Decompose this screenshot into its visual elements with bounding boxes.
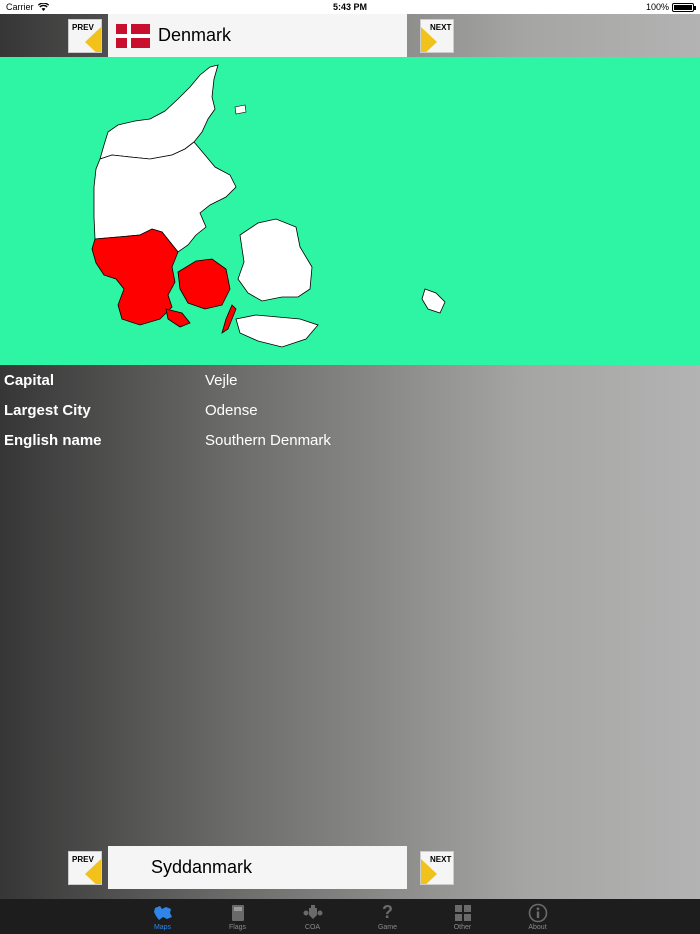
tab-label: COA [304,923,321,931]
battery-percent: 100% [645,2,669,12]
country-title: Denmark [158,25,232,45]
status-left: Carrier [6,2,49,12]
tab-other[interactable]: Other [425,899,500,934]
tab-label: Game [377,923,398,931]
tab-coa[interactable]: COA [275,899,350,934]
map-region-north-jutland[interactable] [99,64,219,160]
tab-label: Maps [153,923,172,931]
info-key: English name [4,431,102,449]
info-row-capital: Capital Vejle [0,365,700,395]
grid-icon [454,903,472,923]
tab-about[interactable]: About [500,899,575,934]
arrow-right-icon [421,27,437,52]
info-key: Capital [4,371,55,389]
map-island-bornholm[interactable] [421,288,446,314]
question-mark-icon: ? [382,902,393,922]
region-title-box: Syddanmark [108,846,407,889]
next-region-button[interactable]: NEXT [420,851,454,885]
status-bar: Carrier 5:43 PM 100% [0,0,700,14]
arrow-right-icon [421,859,437,884]
battery-icon [672,2,696,12]
map-island-small[interactable] [234,104,247,115]
denmark-flag-icon [116,23,150,48]
tab-label: Other [453,923,472,931]
arrow-left-icon [85,27,101,52]
info-value: Vejle [205,371,238,389]
map-island-langeland[interactable] [221,304,237,334]
map-island-als[interactable] [165,308,191,328]
region-title: Syddanmark [151,857,253,877]
next-country-button[interactable]: NEXT [420,19,454,53]
map-region-zealand[interactable] [237,218,313,302]
info-value: Odense [205,401,258,419]
wifi-icon [37,3,49,11]
info-key: Largest City [4,401,91,419]
status-time: 5:43 PM [332,2,367,12]
europe-map-icon [152,903,174,923]
carrier-label: Carrier [6,2,34,12]
denmark-map-svg [91,64,446,348]
tab-maps[interactable]: Maps [125,899,200,934]
country-title-box: Denmark [108,14,407,57]
tab-label: Flags [228,923,247,931]
info-row-largest-city: Largest City Odense [0,395,700,425]
region-map[interactable] [0,57,700,365]
arrow-left-icon [85,859,101,884]
info-value: Southern Denmark [205,431,331,449]
info-row-english-name: English name Southern Denmark [0,425,700,455]
region-info-table: Capital Vejle Largest City Odense Englis… [0,365,700,455]
flag-book-icon [230,903,246,923]
tab-bar: Maps Flags COA ? Game Other About [0,899,700,934]
map-region-southern-denmark[interactable] [91,228,179,326]
info-icon [528,903,548,923]
map-island-lolland-falster[interactable] [235,314,319,348]
prev-region-button[interactable]: PREV [68,851,102,885]
status-right: 100% [645,2,696,12]
coat-of-arms-icon [303,903,323,923]
prev-country-button[interactable]: PREV [68,19,102,53]
map-island-funen[interactable] [177,258,231,310]
tab-flags[interactable]: Flags [200,899,275,934]
tab-game[interactable]: ? Game [350,899,425,934]
tab-label: About [528,923,547,931]
